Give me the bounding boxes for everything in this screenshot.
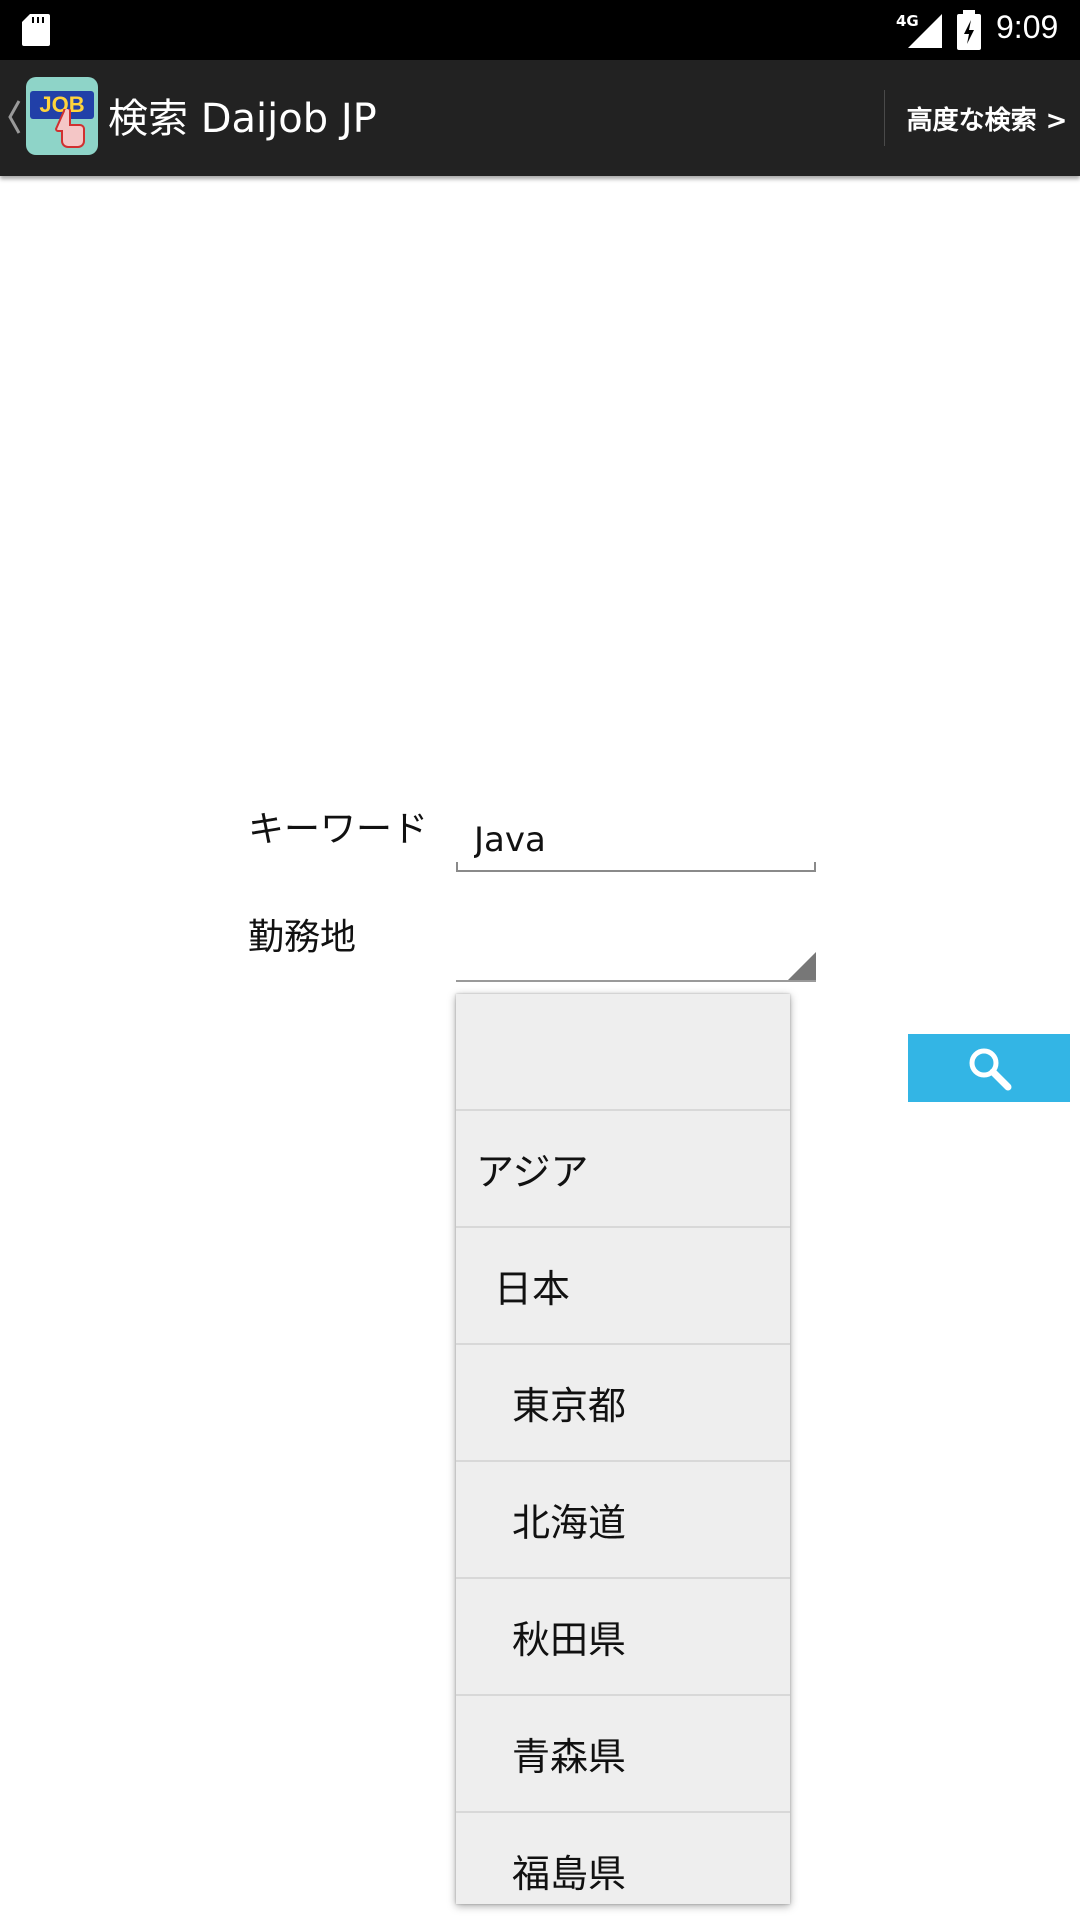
back-chevron-icon[interactable] xyxy=(6,98,22,136)
signal-icon xyxy=(908,14,942,48)
app-logo[interactable]: JOB xyxy=(26,77,98,155)
dropdown-option[interactable]: 北海道 xyxy=(456,1462,790,1579)
search-icon xyxy=(969,1048,1012,1091)
dropdown-option-label: 福島県 xyxy=(512,1852,627,1896)
dropdown-option-label: 東京都 xyxy=(512,1384,627,1428)
sd-card-icon xyxy=(22,14,50,46)
dropdown-triangle-icon xyxy=(788,952,816,980)
search-button[interactable] xyxy=(908,1034,1070,1102)
keyword-input-underline xyxy=(456,862,816,872)
action-bar-divider xyxy=(884,90,885,146)
clock: 9:09 xyxy=(996,9,1059,45)
dropdown-option[interactable]: 東京都 xyxy=(456,1345,790,1462)
dropdown-option-label: アジア xyxy=(476,1150,589,1194)
dropdown-option[interactable]: 青森県 xyxy=(456,1696,790,1813)
dropdown-option[interactable]: 福島県 xyxy=(456,1813,790,1904)
dropdown-option[interactable]: アジア xyxy=(456,1111,790,1228)
location-label: 勤務地 xyxy=(248,917,357,958)
dropdown-option-label: 日本 xyxy=(494,1267,571,1311)
location-dropdown-list[interactable]: アジア日本東京都北海道秋田県青森県福島県 xyxy=(456,994,790,1904)
battery-icon xyxy=(957,10,981,50)
status-bar: 4G 9:09 xyxy=(0,0,1080,60)
dropdown-option-label: 秋田県 xyxy=(512,1618,627,1662)
dropdown-option[interactable]: 秋田県 xyxy=(456,1579,790,1696)
page-title: 検索 Daijob JP xyxy=(108,96,377,142)
pointing-hand-icon xyxy=(54,109,85,148)
keyword-input[interactable] xyxy=(456,812,816,868)
dropdown-option[interactable] xyxy=(456,994,790,1111)
spinner-underline xyxy=(456,980,816,982)
dropdown-option-label: 青森県 xyxy=(512,1735,627,1779)
keyword-label: キーワード xyxy=(248,809,429,850)
dropdown-option-label: 北海道 xyxy=(512,1501,627,1545)
dropdown-option[interactable]: 日本 xyxy=(456,1228,790,1345)
action-bar: JOB 検索 Daijob JP 高度な検索 > xyxy=(0,60,1080,176)
location-spinner[interactable] xyxy=(456,940,816,982)
advanced-search-button[interactable]: 高度な検索 > xyxy=(894,60,1080,176)
